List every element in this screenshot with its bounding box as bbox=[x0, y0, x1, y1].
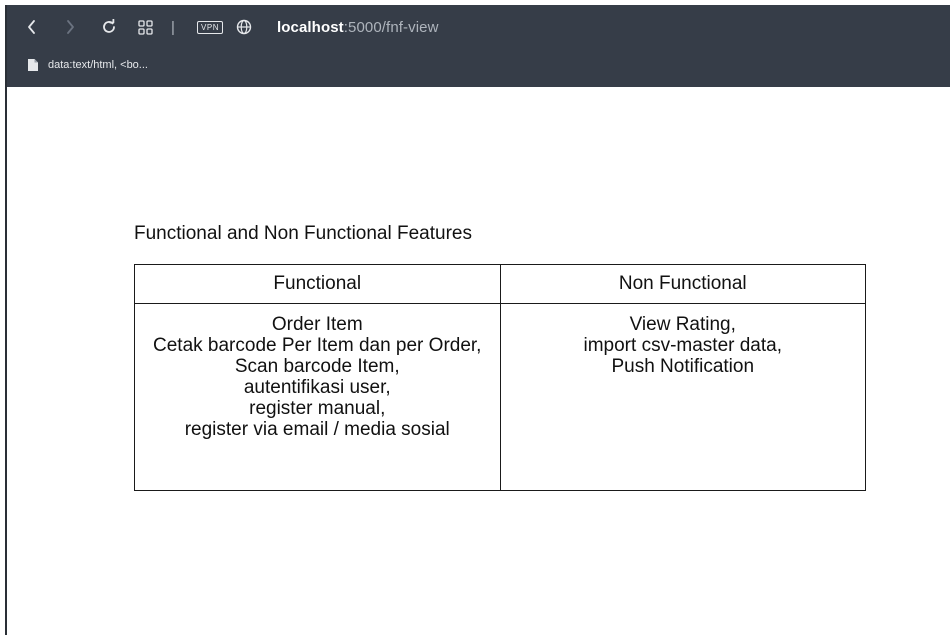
chevron-right-icon bbox=[67, 20, 74, 34]
vpn-badge: VPN bbox=[197, 20, 223, 34]
url-host: localhost bbox=[277, 18, 344, 36]
non-functional-item: Push Notification bbox=[611, 356, 755, 377]
toolbar-separator: | bbox=[171, 18, 175, 36]
reload-icon bbox=[103, 19, 115, 33]
page-title: Functional and Non Functional Features bbox=[134, 223, 472, 244]
back-button[interactable] bbox=[21, 13, 43, 41]
non-functional-item: import csv-master data, bbox=[583, 335, 783, 356]
functional-item: Cetak barcode Per Item dan per Order, bbox=[153, 335, 482, 356]
functional-item: register via email / media sosial bbox=[184, 419, 450, 440]
vpn-button[interactable]: VPN bbox=[193, 13, 227, 41]
reload-button[interactable] bbox=[97, 13, 121, 41]
globe-icon bbox=[236, 19, 252, 35]
document-icon bbox=[28, 59, 38, 71]
page-content: Functional and Non Functional Features F… bbox=[7, 87, 950, 635]
non-functional-item: View Rating, bbox=[629, 314, 736, 335]
url-path: :5000/fnf-view bbox=[343, 18, 439, 36]
functional-cell: Order Item Cetak barcode Per Item dan pe… bbox=[134, 303, 501, 491]
forward-button[interactable] bbox=[59, 13, 81, 41]
grid-icon bbox=[137, 19, 153, 35]
table-header-row: Functional Non Functional bbox=[134, 264, 866, 304]
functional-item: register manual, bbox=[249, 398, 386, 419]
browser-toolbar: | VPN localhost:5000/fnf-view data:text/… bbox=[7, 5, 950, 87]
functional-item: autentifikasi user, bbox=[243, 377, 391, 398]
functional-item: Order Item bbox=[271, 314, 363, 335]
active-tab[interactable]: data:text/html, <bo... bbox=[27, 55, 148, 75]
chevron-left-icon bbox=[28, 20, 35, 34]
site-info-button[interactable] bbox=[233, 13, 255, 41]
navigation-bar: | VPN localhost:5000/fnf-view bbox=[7, 13, 950, 41]
tab-title: data:text/html, <bo... bbox=[48, 59, 148, 71]
functional-item: Scan barcode Item, bbox=[234, 356, 400, 377]
features-table: Functional Non Functional Order Item Cet… bbox=[134, 264, 866, 491]
non-functional-cell: View Rating, import csv-master data, Pus… bbox=[499, 303, 866, 491]
non-functional-header: Non Functional bbox=[499, 264, 866, 304]
tab-grid-button[interactable] bbox=[133, 13, 157, 41]
address-bar[interactable]: localhost:5000/fnf-view bbox=[277, 13, 439, 41]
table-row: Order Item Cetak barcode Per Item dan pe… bbox=[134, 303, 866, 491]
functional-header: Functional bbox=[134, 264, 501, 304]
browser-window: | VPN localhost:5000/fnf-view data:text/… bbox=[5, 5, 950, 635]
